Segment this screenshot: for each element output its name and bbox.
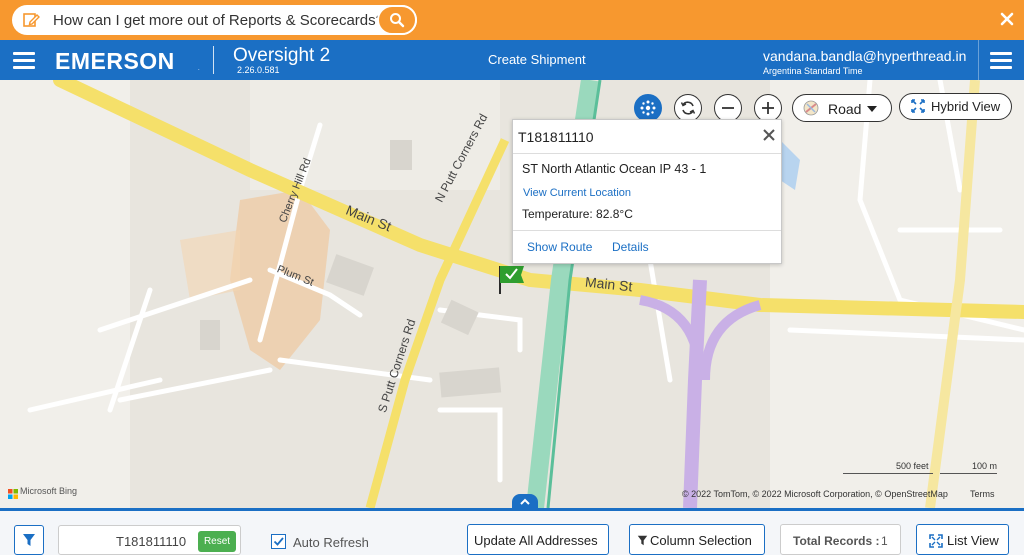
zoom-out-icon bbox=[722, 107, 734, 109]
shipment-popup: T181811110 ST North Atlantic Ocean IP 43… bbox=[512, 119, 782, 264]
hybrid-view-label: Hybrid View bbox=[931, 99, 1001, 114]
main-menu-icon[interactable] bbox=[13, 52, 35, 69]
column-selection-label: Column Selection bbox=[650, 533, 752, 548]
assistant-bar: How can I get more out of Reports & Scor… bbox=[0, 0, 1024, 40]
app-header: EMERSON . Oversight 2 2.26.0.581 Create … bbox=[0, 40, 1024, 80]
cluster-button[interactable] bbox=[634, 94, 662, 122]
hybrid-view-icon bbox=[911, 99, 925, 113]
update-all-addresses-label: Update All Addresses bbox=[474, 533, 598, 548]
popup-divider bbox=[513, 230, 781, 231]
search-icon bbox=[390, 13, 405, 28]
auto-refresh-checkbox[interactable] bbox=[271, 534, 286, 549]
scale-meters: 100 m bbox=[972, 461, 998, 471]
show-route-link[interactable]: Show Route bbox=[527, 240, 592, 254]
scale-feet: 500 feet bbox=[896, 461, 929, 471]
footer-toolbar: T181811110 Reset Auto Refresh Update All… bbox=[0, 508, 1024, 555]
assistant-prompt[interactable]: How can I get more out of Reports & Scor… bbox=[53, 12, 384, 29]
auto-refresh-label[interactable]: Auto Refresh bbox=[293, 535, 369, 550]
zoom-in-icon bbox=[762, 102, 774, 114]
chevron-up-icon bbox=[520, 498, 530, 505]
app-version: 2.26.0.581 bbox=[237, 65, 280, 75]
popup-divider bbox=[513, 153, 781, 154]
popup-temperature: Temperature: 82.8°C bbox=[522, 207, 633, 221]
update-all-addresses-button[interactable]: Update All Addresses bbox=[467, 524, 609, 555]
brand-logo: EMERSON bbox=[55, 48, 175, 74]
details-link[interactable]: Details bbox=[612, 240, 649, 254]
brand-divider bbox=[213, 46, 214, 74]
total-records-label: Total Records : bbox=[793, 534, 880, 548]
list-view-icon bbox=[929, 534, 943, 548]
cluster-icon bbox=[640, 100, 656, 116]
column-selection-button[interactable]: Column Selection bbox=[629, 524, 765, 555]
map-terms-link[interactable]: Terms bbox=[970, 489, 995, 499]
popup-location: ST North Atlantic Ocean IP 43 - 1 bbox=[522, 162, 707, 176]
assistant-search-button[interactable] bbox=[377, 5, 417, 35]
user-email[interactable]: vandana.bandla@hyperthread.in bbox=[763, 48, 966, 64]
map-view[interactable]: Main St Main St N Putt Corners Rd S Putt… bbox=[0, 80, 1024, 508]
edit-icon bbox=[23, 13, 40, 27]
total-records: Total Records : 1 bbox=[780, 524, 901, 555]
filter-icon bbox=[637, 535, 648, 546]
close-icon[interactable] bbox=[1000, 12, 1014, 26]
hybrid-view-button[interactable]: Hybrid View bbox=[899, 93, 1012, 120]
chevron-down-icon bbox=[867, 106, 877, 112]
total-records-value: 1 bbox=[881, 534, 888, 548]
scale-bar bbox=[940, 473, 997, 474]
close-icon[interactable] bbox=[763, 129, 775, 141]
panel-toggle-button[interactable] bbox=[512, 494, 538, 508]
popup-shipment-id: T181811110 bbox=[518, 129, 594, 145]
road-style-icon bbox=[803, 100, 819, 116]
list-view-label: List View bbox=[947, 533, 999, 548]
filter-button[interactable] bbox=[14, 525, 44, 555]
checkmark-icon bbox=[273, 537, 284, 546]
header-divider bbox=[978, 40, 979, 80]
assistant-search[interactable]: How can I get more out of Reports & Scor… bbox=[12, 5, 417, 35]
map-style-label: Road bbox=[828, 101, 862, 117]
user-timezone: Argentina Standard Time bbox=[763, 66, 863, 76]
brand-mark: . bbox=[198, 66, 200, 72]
map-attribution: Microsoft Bing bbox=[20, 486, 78, 496]
zoom-out-button[interactable] bbox=[714, 94, 742, 122]
create-shipment-link[interactable]: Create Shipment bbox=[488, 52, 586, 67]
shipment-search-value[interactable]: T181811110 bbox=[116, 534, 186, 549]
zoom-in-button[interactable] bbox=[754, 94, 782, 122]
reset-button[interactable]: Reset bbox=[198, 531, 236, 552]
map-style-dropdown[interactable]: Road bbox=[792, 94, 892, 122]
list-view-button[interactable]: List View bbox=[916, 524, 1009, 555]
rotate-icon bbox=[680, 101, 696, 115]
user-menu-icon[interactable] bbox=[990, 52, 1012, 69]
app-name: Oversight 2 bbox=[233, 45, 331, 66]
bing-logo-icon bbox=[8, 486, 18, 499]
view-current-location-link[interactable]: View Current Location bbox=[523, 187, 631, 199]
filter-icon bbox=[23, 534, 35, 546]
rotate-button[interactable] bbox=[674, 94, 702, 122]
map-copyright: © 2022 TomTom, © 2022 Microsoft Corporat… bbox=[682, 489, 948, 499]
scale-bar bbox=[843, 473, 933, 474]
